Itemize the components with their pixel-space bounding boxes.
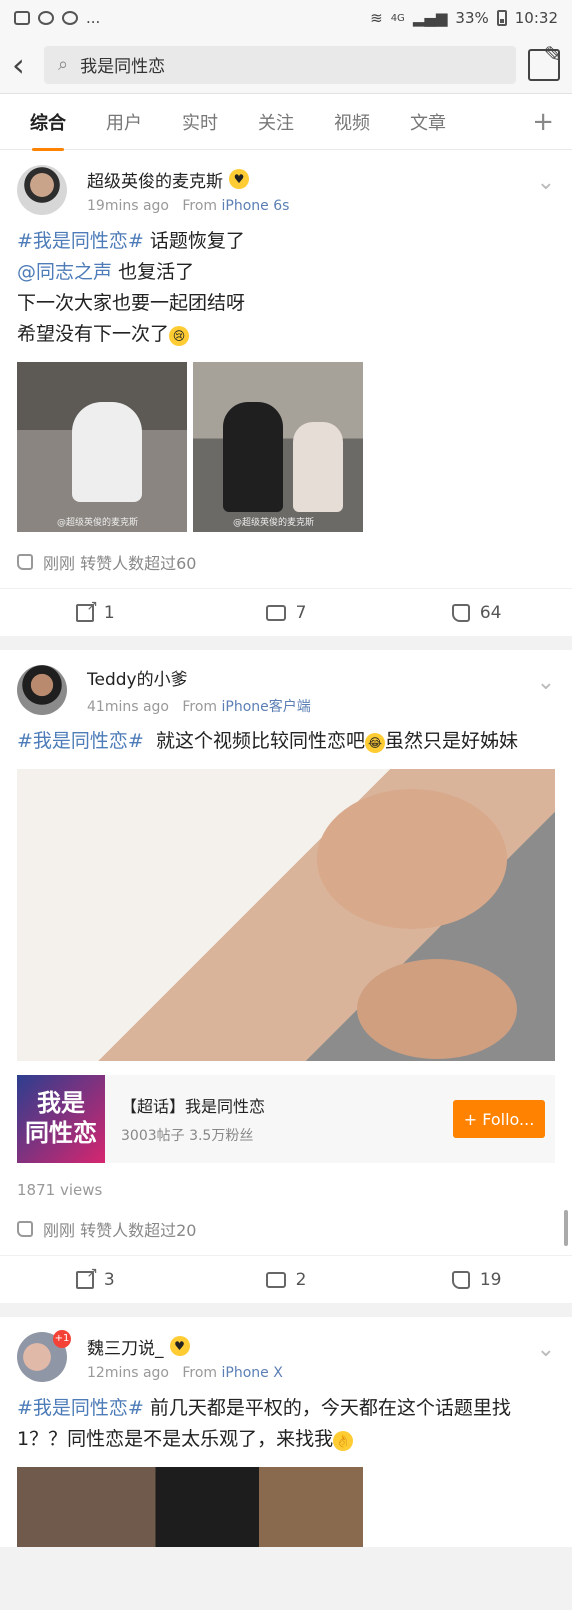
notification-badge: +1: [53, 1330, 71, 1348]
tab-articles[interactable]: 文章: [390, 109, 466, 135]
post-text: #我是同性恋# 前几天都是平权的，今天都在这个话题里找1？？同性恋是不是太乐观了…: [17, 1397, 511, 1451]
feed-post: +1 魏三刀说_ ♥ 12mins ago From iPhone X ⌄ #我…: [0, 1317, 572, 1547]
post-time: 41mins ago: [87, 698, 169, 715]
view-count: 1871 views: [17, 1181, 103, 1199]
feed-post: 超级英俊的麦克斯 ♥ 19mins ago From iPhone 6s ⌄ #…: [0, 150, 572, 636]
search-input[interactable]: ⌕ 我是同性恋: [44, 45, 516, 84]
battery-icon: [496, 10, 507, 26]
tab-bar: 综合 用户 实时 关注 视频 文章 +: [0, 94, 572, 151]
compose-icon[interactable]: [528, 43, 562, 81]
clock: 10:32: [514, 9, 558, 27]
scrollbar[interactable]: [564, 1210, 568, 1246]
topic-title: 【超话】我是同性恋: [121, 1097, 266, 1116]
chevron-down-icon[interactable]: ⌄: [537, 170, 555, 195]
gallery-icon: [14, 11, 30, 25]
avatar[interactable]: +1: [17, 1330, 71, 1382]
add-tab-icon[interactable]: +: [532, 107, 554, 137]
topic-stats: 3003帖子 3.5万粉丝: [121, 1128, 254, 1144]
search-query: 我是同性恋: [80, 57, 166, 77]
hashtag-link[interactable]: #我是同性恋#: [17, 730, 144, 752]
verified-emoji-icon: ♥: [169, 1336, 190, 1356]
verified-emoji-icon: ♥: [229, 169, 249, 189]
post-time: 19mins ago: [87, 197, 169, 214]
comment-button[interactable]: 2: [191, 1270, 382, 1290]
from-label: From: [182, 698, 218, 715]
topic-card[interactable]: 我是 同性恋 【超话】我是同性恋 3003帖子 3.5万粉丝 + Follo..…: [17, 1075, 555, 1163]
post-photo[interactable]: @超级英俊的麦克斯: [193, 362, 363, 532]
topic-image: 我是 同性恋: [17, 1075, 105, 1163]
comment-icon: [265, 604, 286, 621]
tab-users[interactable]: 用户: [86, 109, 162, 135]
battery-percent: 33%: [455, 9, 489, 27]
mention-link[interactable]: @同志之声: [17, 261, 112, 283]
post-text: #我是同性恋# 就这个视频比较同性恋吧 😂 虽然只是好姊妹: [17, 730, 518, 753]
hand-emoji-icon: 👌: [333, 1431, 354, 1451]
like-icon: [451, 1270, 470, 1289]
video-player[interactable]: [17, 769, 555, 1061]
back-icon[interactable]: ‹: [12, 49, 32, 81]
share-icon: [75, 598, 98, 622]
thumbs-up-icon: [17, 554, 33, 570]
laughing-emoji-icon: 😂: [364, 733, 385, 753]
tab-realtime[interactable]: 实时: [162, 109, 238, 135]
chevron-down-icon[interactable]: ⌄: [537, 670, 555, 695]
sync-icon: [62, 11, 78, 25]
follow-button[interactable]: + Follo...: [453, 1100, 545, 1138]
thumbs-up-icon: [17, 1221, 33, 1237]
hashtag-link[interactable]: #我是同性恋#: [17, 230, 144, 252]
from-label: From: [182, 1364, 218, 1381]
repost-info: 刚刚 转赞人数超过60: [17, 550, 555, 574]
post-source[interactable]: iPhone客户端: [222, 699, 311, 715]
crying-emoji-icon: 😢: [169, 326, 190, 346]
avatar[interactable]: [17, 665, 67, 715]
tab-video[interactable]: 视频: [314, 109, 390, 135]
tab-following[interactable]: 关注: [238, 109, 314, 135]
status-bar: ... ≋ 4G ▂▄▆ 33% 10:32: [0, 0, 572, 36]
chevron-down-icon[interactable]: ⌄: [537, 1337, 555, 1362]
author-name[interactable]: Teddy的小爹: [87, 665, 188, 690]
from-label: From: [182, 197, 218, 214]
search-header: ‹ ⌕ 我是同性恋: [0, 36, 572, 94]
tab-all[interactable]: 综合: [10, 109, 86, 151]
post-photo[interactable]: @超级英俊的麦克斯: [17, 362, 187, 532]
like-icon: [451, 603, 470, 622]
author-name[interactable]: 超级英俊的麦克斯: [87, 167, 223, 192]
post-time: 12mins ago: [87, 1364, 169, 1381]
like-button[interactable]: 19: [381, 1270, 572, 1290]
post-source[interactable]: iPhone 6s: [222, 198, 290, 214]
repost-info: 刚刚 转赞人数超过20: [17, 1217, 555, 1241]
feed-post: Teddy的小爹 41mins ago From iPhone客户端 ⌄ #我是…: [0, 650, 572, 1303]
author-name[interactable]: 魏三刀说_: [87, 1334, 164, 1359]
comment-icon: [265, 1271, 286, 1288]
like-button[interactable]: 64: [381, 603, 572, 623]
action-bar: 3 2 19: [0, 1255, 572, 1303]
post-text: #我是同性恋# 话题恢复了 @同志之声 也复活了 下一次大家也要一起团结呀 希望…: [17, 230, 246, 346]
avatar[interactable]: [17, 165, 67, 215]
share-button[interactable]: 3: [0, 1265, 191, 1290]
comment-button[interactable]: 7: [191, 603, 382, 623]
photo-watermark: @超级英俊的麦克斯: [57, 518, 139, 528]
account-icon: [38, 11, 54, 25]
post-photo[interactable]: [17, 1467, 363, 1547]
photo-watermark: @超级英俊的麦克斯: [233, 518, 315, 528]
search-icon: ⌕: [58, 54, 69, 75]
wifi-icon: ≋: [370, 9, 383, 27]
network-type: 4G: [390, 12, 405, 24]
signal-icon: ▂▄▆: [412, 9, 448, 27]
action-bar: 1 7 64: [0, 588, 572, 636]
share-button[interactable]: 1: [0, 598, 191, 623]
post-source[interactable]: iPhone X: [222, 1365, 283, 1381]
share-icon: [75, 1265, 98, 1289]
hashtag-link[interactable]: #我是同性恋#: [17, 1397, 144, 1419]
